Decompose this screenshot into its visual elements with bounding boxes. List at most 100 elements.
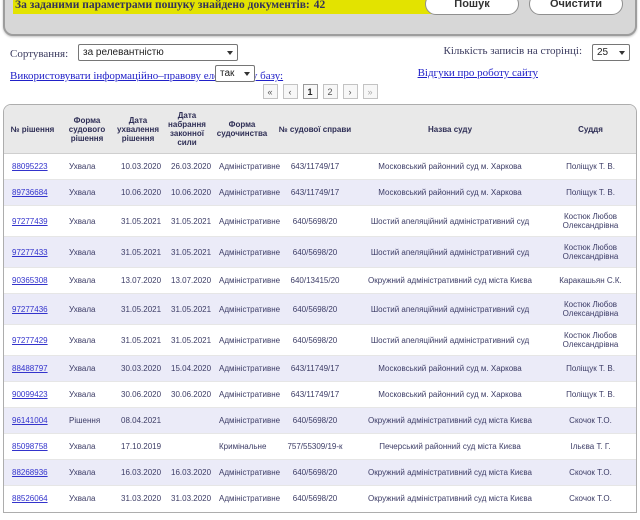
decision-number-link[interactable]: 97277439 xyxy=(12,217,48,226)
proceeding-form-cell: Адміністративне xyxy=(211,486,273,512)
results-table-body: 88095223 Ухвала 10.03.2020 26.03.2020 Ад… xyxy=(4,154,637,512)
judge-cell: Скочок Т.О. xyxy=(543,460,637,486)
proceeding-form-cell: Адміністративне xyxy=(211,237,273,268)
pagination-page-2-button[interactable]: 2 xyxy=(323,84,338,99)
court-name-cell: Печерський районний суд міста Києва xyxy=(357,434,543,460)
force-date-cell xyxy=(163,434,211,460)
case-number-cell: 643/11749/17 xyxy=(273,356,357,382)
force-date-cell: 15.04.2020 xyxy=(163,356,211,382)
decision-date-cell: 31.05.2021 xyxy=(113,237,163,268)
decision-number-link[interactable]: 97277433 xyxy=(12,248,48,257)
case-number-cell: 640/5698/20 xyxy=(273,408,357,434)
decision-number-link[interactable]: 85098758 xyxy=(12,442,48,451)
decision-form-cell: Ухвала xyxy=(61,154,113,180)
col-header-case-number: № судової справи xyxy=(273,105,357,154)
legal-base-select[interactable]: так xyxy=(215,65,255,82)
sort-label: Сортування: xyxy=(10,48,68,60)
legal-base-select-value: так xyxy=(220,68,234,79)
decision-date-cell: 31.05.2021 xyxy=(113,206,163,237)
case-number-cell: 640/5698/20 xyxy=(273,294,357,325)
pagination-page-1-button[interactable]: 1 xyxy=(303,84,318,99)
judge-cell: Костюк Любов Олександрівна xyxy=(543,206,637,237)
case-number-cell: 643/11749/17 xyxy=(273,180,357,206)
col-header-decision-number: № рішення xyxy=(4,105,61,154)
court-name-cell: Окружний адміністративний суд міста Києв… xyxy=(357,268,543,294)
pagination-next-button[interactable]: › xyxy=(343,84,358,99)
decision-number-link[interactable]: 96141004 xyxy=(12,416,48,425)
decision-form-cell: Рішення xyxy=(61,408,113,434)
court-name-cell: Московський районний суд м. Харкова xyxy=(357,382,543,408)
decision-number-link[interactable]: 88268936 xyxy=(12,468,48,477)
pagination-first-button[interactable]: « xyxy=(263,84,278,99)
decision-date-cell: 31.05.2021 xyxy=(113,325,163,356)
case-number-cell: 643/11749/17 xyxy=(273,382,357,408)
chevron-down-icon xyxy=(227,51,233,55)
proceeding-form-cell: Адміністративне xyxy=(211,294,273,325)
pagination-prev-button[interactable]: ‹ xyxy=(283,84,298,99)
case-number-cell: 640/5698/20 xyxy=(273,206,357,237)
search-summary-panel: За заданими параметрами пошуку знайдено … xyxy=(3,0,637,36)
page-size-select[interactable]: 25 xyxy=(592,44,630,61)
decision-date-cell: 13.07.2020 xyxy=(113,268,163,294)
table-row: 97277436 Ухвала 31.05.2021 31.05.2021 Ад… xyxy=(4,294,637,325)
force-date-cell: 13.07.2020 xyxy=(163,268,211,294)
case-number-cell: 643/11749/17 xyxy=(273,154,357,180)
decision-date-cell: 30.03.2020 xyxy=(113,356,163,382)
judge-cell: Костюк Любов Олександрівна xyxy=(543,294,637,325)
decision-number-link[interactable]: 90365308 xyxy=(12,276,48,285)
search-button[interactable]: Пошук xyxy=(425,0,519,15)
case-number-cell: 640/5698/20 xyxy=(273,460,357,486)
decision-form-cell: Ухвала xyxy=(61,486,113,512)
force-date-cell: 26.03.2020 xyxy=(163,154,211,180)
col-header-force-date: Дата набрання законної сили xyxy=(163,105,211,154)
table-row: 88488797 Ухвала 30.03.2020 15.04.2020 Ад… xyxy=(4,356,637,382)
col-header-judge: Суддя xyxy=(543,105,637,154)
decision-date-cell: 10.03.2020 xyxy=(113,154,163,180)
decision-date-cell: 08.04.2021 xyxy=(113,408,163,434)
decision-number-link[interactable]: 90099423 xyxy=(12,390,48,399)
case-number-cell: 640/13415/20 xyxy=(273,268,357,294)
case-number-cell: 757/55309/19-к xyxy=(273,434,357,460)
feedback-link[interactable]: Відгуки про роботу сайту xyxy=(418,67,538,79)
proceeding-form-cell: Адміністративне xyxy=(211,408,273,434)
force-date-cell: 31.05.2021 xyxy=(163,325,211,356)
judge-cell: Каракашьян С.К. xyxy=(543,268,637,294)
table-row: 88268936 Ухвала 16.03.2020 16.03.2020 Ад… xyxy=(4,460,637,486)
pagination-last-button[interactable]: » xyxy=(363,84,378,99)
decision-number-link[interactable]: 89736684 xyxy=(12,188,48,197)
decision-number-link[interactable]: 88488797 xyxy=(12,364,48,373)
decision-form-cell: Ухвала xyxy=(61,294,113,325)
decision-number-link[interactable]: 97277429 xyxy=(12,336,48,345)
chevron-down-icon xyxy=(244,72,250,76)
decision-form-cell: Ухвала xyxy=(61,434,113,460)
result-count-line: За заданими параметрами пошуку знайдено … xyxy=(13,0,437,14)
court-name-cell: Московський районний суд м. Харкова xyxy=(357,180,543,206)
decision-number-link[interactable]: 88095223 xyxy=(12,162,48,171)
sort-select[interactable]: за релевантністю xyxy=(78,44,238,61)
court-name-cell: Московський районний суд м. Харкова xyxy=(357,154,543,180)
force-date-cell: 10.06.2020 xyxy=(163,180,211,206)
decision-date-cell: 16.03.2020 xyxy=(113,460,163,486)
decision-form-cell: Ухвала xyxy=(61,325,113,356)
table-row: 90365308 Ухвала 13.07.2020 13.07.2020 Ад… xyxy=(4,268,637,294)
proceeding-form-cell: Адміністративне xyxy=(211,180,273,206)
court-name-cell: Шостий апеляційний адміністративний суд xyxy=(357,237,543,268)
proceeding-form-cell: Адміністративне xyxy=(211,154,273,180)
court-name-cell: Шостий апеляційний адміністративний суд xyxy=(357,206,543,237)
judge-cell: Ільєва Т. Г. xyxy=(543,434,637,460)
judge-cell: Поліщук Т. В. xyxy=(543,356,637,382)
table-row: 88095223 Ухвала 10.03.2020 26.03.2020 Ад… xyxy=(4,154,637,180)
results-table: № рішення Форма судового рішення Дата ух… xyxy=(3,104,637,513)
force-date-cell: 31.05.2021 xyxy=(163,294,211,325)
decision-number-link[interactable]: 88526064 xyxy=(12,494,48,503)
decision-form-cell: Ухвала xyxy=(61,268,113,294)
case-number-cell: 640/5698/20 xyxy=(273,237,357,268)
court-name-cell: Шостий апеляційний адміністративний суд xyxy=(357,325,543,356)
decision-date-cell: 31.03.2020 xyxy=(113,486,163,512)
clear-button[interactable]: Очистити xyxy=(529,0,623,15)
proceeding-form-cell: Кримінальне xyxy=(211,434,273,460)
force-date-cell: 30.06.2020 xyxy=(163,382,211,408)
proceeding-form-cell: Адміністративне xyxy=(211,325,273,356)
pagination: « ‹ 1 2 › » xyxy=(0,84,640,100)
decision-number-link[interactable]: 97277436 xyxy=(12,305,48,314)
